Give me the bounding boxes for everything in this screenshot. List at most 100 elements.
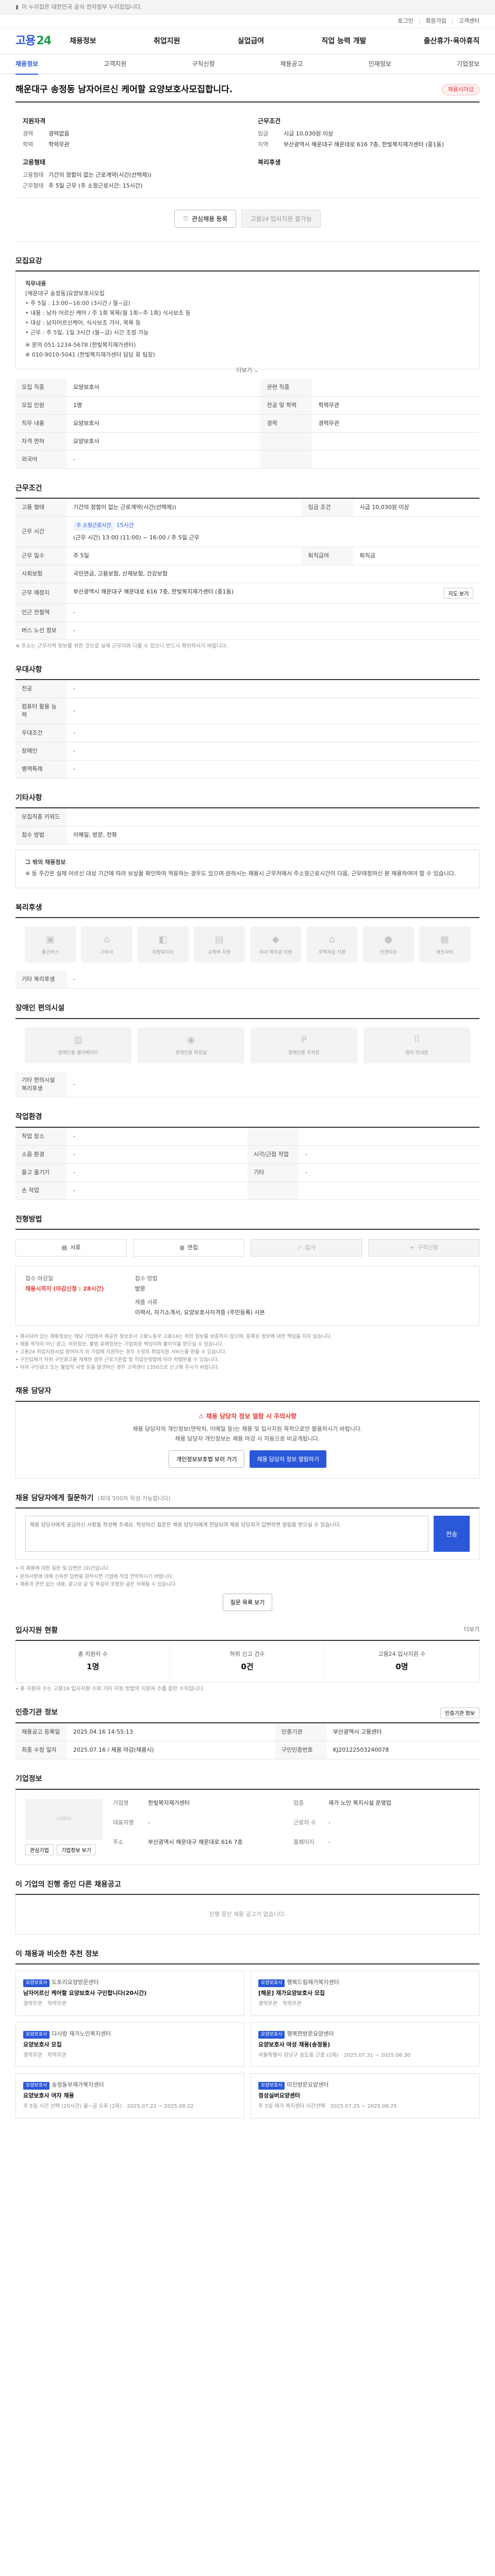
kv-key: 지역 <box>258 141 269 148</box>
logo[interactable]: 고용 24 <box>15 33 52 49</box>
map-button[interactable]: 지도 보기 <box>443 587 473 599</box>
cell-value: - <box>299 1145 480 1164</box>
save-job-button[interactable]: ♡ 관심채용 등록 <box>174 210 237 228</box>
view-contact-button[interactable]: 채용 담당자 정보 열람하기 <box>250 1450 326 1468</box>
nav-support[interactable]: 취업지원 <box>154 36 180 46</box>
detail-line: • 근무 : 주 5일, 1일 3시간 (월~금) 시간 조정 가능 <box>25 329 149 336</box>
reco-meta: 학력무관 <box>47 2001 67 2007</box>
stat-item: 총 지원자 수 1명 <box>16 1641 171 1682</box>
cell-key: 컴퓨터 활용 능력 <box>15 698 67 725</box>
detail-line: 직무내용 <box>25 280 46 287</box>
section-etc: 기타사항 모집직종 키워드 접수 방법 이메일, 방문, 전화 그 밖의 채용정보… <box>15 793 480 889</box>
tab-postings[interactable]: 채용공고 <box>280 60 303 69</box>
reco-tag: 요양보호사 <box>23 2030 50 2039</box>
reco-title: 정성실버요양센터 <box>258 2092 300 2099</box>
doc-value: 이력서, 자기소개서, 요양보호사자격증 (주민등록) 사본 <box>135 1309 265 1316</box>
signup-link[interactable]: 회원가입 <box>425 17 446 25</box>
flag-icon: ▮ <box>15 4 19 11</box>
doc-icon: ▤ <box>61 1244 68 1251</box>
section-title: 이 채용과 비슷한 추천 정보 <box>15 1949 480 1965</box>
kv-value: 부산광역시 해운대구 해운대로 616 7층, 한빛복지재가센터 (중1동) <box>284 141 444 148</box>
company-details: 기업명 한빛복지재가센터 업종 재가 노인 복지시설 운영업 대표자명 - 근로자 수… <box>113 1799 470 1855</box>
step-docs: ▤ 서류 <box>15 1239 127 1257</box>
cell-key: 자격 면허 <box>15 432 67 451</box>
elevator-icon: ▥ <box>73 1035 82 1045</box>
stats-more-link[interactable]: 더보기 <box>464 1625 480 1636</box>
reco-card[interactable]: 요양보호사 송정동부재가복지센터 요양보호사 여자 채용 주 5일 시간 선택 (20… <box>15 2073 244 2119</box>
reco-card[interactable]: 요양보호사 행복한방문요양센터 요양보호사 여성 채용(송정동) 서울특별시 강남구 … <box>251 2022 480 2067</box>
reco-title: [해운] 재가요양보호사 모집 <box>258 1990 325 1997</box>
kv-key: 경력 <box>23 130 34 138</box>
tab-jobseek[interactable]: 구직신청 <box>192 60 214 69</box>
reco-title: 요양보호사 여자 채용 <box>23 2092 74 2099</box>
tab-company[interactable]: 기업정보 <box>457 60 480 69</box>
question-input[interactable] <box>25 1516 428 1552</box>
detail-line: [해운대구 송정동]요양보호사모집 <box>25 290 105 297</box>
section-title: 채용 담당자에게 질문하기 (최대 500자 작성 가능합니다) <box>15 1493 480 1509</box>
reco-tag: 요양보호사 <box>258 1979 285 1988</box>
cmp-key: 대표자명 <box>113 1819 134 1826</box>
nav-leave[interactable]: 출산휴가·육아휴직 <box>424 36 480 46</box>
fav-company-button[interactable]: 관심기업 <box>25 1844 54 1855</box>
nav-jobs[interactable]: 채용정보 <box>70 36 96 46</box>
reco-meta: 2025.07.22 ~ 2025.08.22 <box>127 2104 194 2110</box>
agency-info-button[interactable]: 인증기관 정보 <box>440 1707 480 1719</box>
grad-icon: ◆ <box>272 934 279 945</box>
disclaimer: • 제시되어 있는 채용정보는 해당 기업에서 제공한 정보로서 고용노동부 고… <box>15 1333 480 1372</box>
detail-line: • 대상 : 남자어르신케어, 식사보조 가사, 목욕 등 <box>25 319 141 327</box>
nav-unemployment[interactable]: 실업급여 <box>238 36 265 46</box>
cell-value: - <box>67 621 480 640</box>
stat-item: 고용24 입사지원 수 0명 <box>378 1651 426 1672</box>
job-table: 모집 직종 요양보호사 관련 직종 모집 인원 1명 전공 및 학력 학력무관 직무 내용… <box>15 379 480 469</box>
section-reco: 이 채용과 비슷한 추천 정보 요양보호사 도토리요양방문센터 남자어르신 케어할 … <box>15 1949 480 2119</box>
question-list-button[interactable]: 질문 목록 보기 <box>222 1593 273 1611</box>
job-title-row: 해운대구 송정동 남자어르신 케어할 요양보호사모집합니다. 채용시마감 <box>15 74 480 103</box>
login-link[interactable]: 로그인 <box>398 17 413 25</box>
home-icon: ⌂ <box>329 934 335 945</box>
cell-key: 전공 <box>15 680 67 699</box>
company-detail-button[interactable]: 기업정보 보기 <box>56 1844 96 1855</box>
cmp-key: 업종 <box>293 1799 304 1806</box>
kv-key: 근무형태 <box>23 182 44 190</box>
cell-value: - <box>67 603 480 622</box>
section-detail: 모집요강 직무내용 [해운대구 송정동]요양보호사모집 • 주 5일 : 13:… <box>15 256 480 374</box>
reco-card[interactable]: 요양보호사 미진방문요양센터 정성실버요양센터 주 5일 재가 복지센터 시간선택 20… <box>251 2073 480 2119</box>
nav-training[interactable]: 직업 능력 개발 <box>321 36 366 46</box>
cmp-key: 주소 <box>113 1839 124 1846</box>
cell-key: 병역특례 <box>15 760 67 778</box>
cell-key: 구인인증번호 <box>275 1741 327 1760</box>
section-title: 복리후생 <box>15 903 480 919</box>
section-welfare: 복리후생 ▣ 통근버스 ⌂ 기숙사 ◧ 차량유지비 ▤ 교육비 지원 ◆ 자녀 학자금 지… <box>15 903 480 989</box>
cell-key: 인증기관 <box>275 1723 327 1742</box>
reco-card[interactable]: 요양보호사 도토리요양방문센터 남자어르신 케어할 요양보호사 구인합니다(20시간… <box>15 1971 244 2016</box>
reco-tag: 요양보호사 <box>258 2082 285 2090</box>
cell-key: 사회보험 <box>15 565 67 583</box>
reco-meta: 2025.07.25 ~ 2025.08.25 <box>330 2104 397 2110</box>
hours-tag: 주 소정근로시간 <box>73 522 114 531</box>
reco-card[interactable]: 요양보호사 행복드림재가복지센터 [해운] 재가요양보호사 모집 경력무관 학력무관 <box>251 1971 480 2016</box>
cell-value: 부산광역시 해운대구 해운대로 616 7층, 한빛복지재가센터 (중1동) 지도… <box>67 583 480 604</box>
help-link[interactable]: 고객센터 <box>459 17 480 25</box>
cell-value: - <box>67 760 480 778</box>
alert-icon: ⚠ <box>198 1412 204 1420</box>
cell-value <box>67 808 480 827</box>
etc-table: 모집직종 키워드 접수 방법 이메일, 방문, 전화 <box>15 808 480 845</box>
send-question-button[interactable]: 전송 <box>434 1516 470 1552</box>
more-button[interactable]: 더보기 ⌄ <box>25 366 470 375</box>
tab-support[interactable]: 고객지원 <box>104 60 126 69</box>
cell-value: 요양보호사 <box>67 414 261 433</box>
reco-company: 행복드림재가복지센터 <box>287 1979 339 1986</box>
tab-jobinfo[interactable]: 채용정보 <box>15 60 39 75</box>
kv-value: 경력없음 <box>48 130 70 138</box>
disabled-grid: ▥ 장애인용 엘리베이터 ◉ 장애인용 화장실 P 장애인용 주차장 ⠿ 점자 안내판 <box>15 1019 480 1072</box>
kv-value: 주 5일 근무 (주 소정근로시간: 15시간) <box>48 182 143 190</box>
apply-button[interactable]: 고용24 입사지원 불가능 <box>241 210 321 228</box>
cell-key: 모집 인원 <box>15 396 67 415</box>
reco-meta: 경력무관 <box>23 2052 42 2058</box>
section-title: 인증기관 정보 인증기관 정보 <box>15 1707 480 1724</box>
reco-card[interactable]: 요양보호사 다사랑 재가노인복지센터 요양보호사 모집 경력무관 학력무관 <box>15 2022 244 2067</box>
car-icon: ◧ <box>158 934 168 945</box>
tab-talent[interactable]: 인재정보 <box>369 60 391 69</box>
reco-title: 요양보호사 모집 <box>23 2041 62 2048</box>
privacy-law-button[interactable]: 개인정보보호법 보러 가기 <box>169 1450 245 1468</box>
